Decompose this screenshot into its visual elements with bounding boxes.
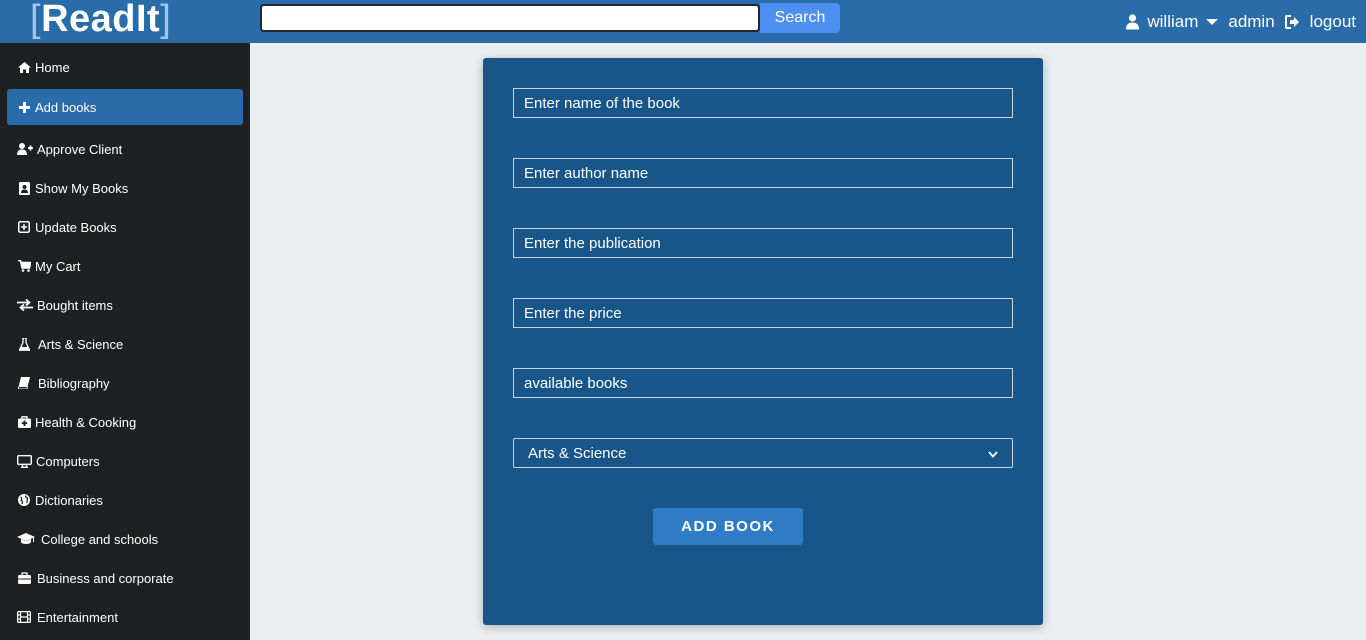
- desktop-icon: [17, 454, 32, 468]
- category-select[interactable]: Arts & Science: [513, 438, 1013, 468]
- sidebar-item-label: Computers: [36, 453, 100, 469]
- sidebar-item-business-corporate[interactable]: Business and corporate: [7, 560, 243, 596]
- role-label: admin: [1228, 11, 1275, 31]
- add-book-form: Enter name of the book Enter author name…: [483, 58, 1043, 625]
- sidebar-item-label: My Cart: [35, 258, 81, 274]
- sidebar-item-my-cart[interactable]: My Cart: [7, 248, 243, 284]
- logout-label: logout: [1309, 11, 1356, 31]
- sidebar-item-computers[interactable]: Computers: [7, 443, 243, 479]
- sidebar-item-approve-client[interactable]: Approve Client: [7, 131, 243, 167]
- sidebar-item-dictionaries[interactable]: Dictionaries: [7, 482, 243, 518]
- sidebar-item-bought-items[interactable]: Bought items: [7, 287, 243, 323]
- graduation-cap-icon: [17, 532, 35, 546]
- briefcase-icon: [17, 571, 31, 585]
- sidebar-item-label: Bibliography: [38, 375, 110, 391]
- film-icon: [17, 610, 31, 624]
- user-dropdown[interactable]: william: [1126, 11, 1219, 32]
- sidebar-item-label: Arts & Science: [38, 336, 124, 352]
- brand-logo[interactable]: [ ReadIt ]: [30, 0, 171, 40]
- sidebar-item-label: College and schools: [41, 531, 159, 547]
- user-icon: [1126, 13, 1140, 30]
- book-name-input[interactable]: Enter name of the book: [513, 88, 1013, 118]
- brand-bracket-close: ]: [160, 0, 172, 40]
- plus-square-icon: [17, 220, 31, 234]
- chevron-down-icon: [988, 445, 998, 462]
- address-book-icon: [17, 181, 31, 195]
- sidebar-item-label: Add books: [35, 99, 97, 115]
- sidebar-item-home[interactable]: Home: [7, 49, 243, 85]
- sidebar-item-show-my-books[interactable]: Show My Books: [7, 170, 243, 206]
- sidebar-item-label: Health & Cooking: [35, 414, 137, 430]
- sidebar-item-label: Approve Client: [37, 141, 123, 157]
- add-book-button[interactable]: ADD BOOK: [653, 508, 803, 545]
- publication-input[interactable]: Enter the publication: [513, 228, 1013, 258]
- sign-out-icon: [1284, 14, 1300, 29]
- sidebar-item-update-books[interactable]: Update Books: [7, 209, 243, 245]
- search-button[interactable]: Search: [760, 3, 840, 33]
- author-placeholder: Enter author name: [524, 164, 649, 182]
- sidebar-item-add-books[interactable]: Add books: [7, 89, 243, 125]
- category-selected-value: Arts & Science: [528, 444, 627, 462]
- brand-name: ReadIt: [41, 0, 161, 40]
- cart-icon: [17, 259, 31, 273]
- user-name: william: [1147, 11, 1199, 31]
- caret-down-icon: [1206, 18, 1219, 26]
- sidebar: Home Add books Approve Client Show My Bo…: [0, 43, 250, 640]
- sidebar-item-label: Dictionaries: [35, 492, 103, 508]
- admin-link[interactable]: admin: [1228, 12, 1274, 32]
- top-navbar: [ ReadIt ] Search william admin logout: [0, 0, 1366, 43]
- sidebar-item-health-cooking[interactable]: Health & Cooking: [7, 404, 243, 440]
- available-books-input[interactable]: available books: [513, 368, 1013, 398]
- sidebar-item-label: Update Books: [35, 219, 117, 235]
- sidebar-item-label: Bought items: [37, 297, 113, 313]
- price-input[interactable]: Enter the price: [513, 298, 1013, 328]
- available-books-placeholder: available books: [524, 374, 628, 392]
- medkit-icon: [17, 415, 31, 429]
- logout-link[interactable]: logout: [1284, 11, 1356, 32]
- globe-icon: [17, 493, 31, 507]
- book-icon: [17, 376, 31, 390]
- sidebar-item-arts-science[interactable]: Arts & Science: [7, 326, 243, 362]
- sidebar-item-label: Entertainment: [37, 609, 118, 625]
- price-placeholder: Enter the price: [524, 304, 622, 322]
- home-icon: [17, 60, 31, 74]
- publication-placeholder: Enter the publication: [524, 234, 661, 252]
- sidebar-item-bibliography[interactable]: Bibliography: [7, 365, 243, 401]
- sidebar-item-label: Home: [35, 59, 70, 75]
- book-name-placeholder: Enter name of the book: [524, 94, 680, 112]
- sidebar-item-label: Business and corporate: [37, 570, 174, 586]
- sidebar-item-college-schools[interactable]: College and schools: [7, 521, 243, 557]
- user-menu: william admin logout: [1118, 0, 1356, 43]
- exchange-icon: [17, 298, 33, 312]
- flask-icon: [17, 337, 31, 351]
- brand-bracket-open: [: [30, 0, 42, 40]
- sidebar-item-entertainment[interactable]: Entertainment: [7, 599, 243, 635]
- plus-icon: [17, 100, 31, 114]
- author-input[interactable]: Enter author name: [513, 158, 1013, 188]
- search-input[interactable]: [260, 4, 760, 32]
- user-plus-icon: [17, 142, 33, 156]
- sidebar-item-label: Show My Books: [35, 180, 129, 196]
